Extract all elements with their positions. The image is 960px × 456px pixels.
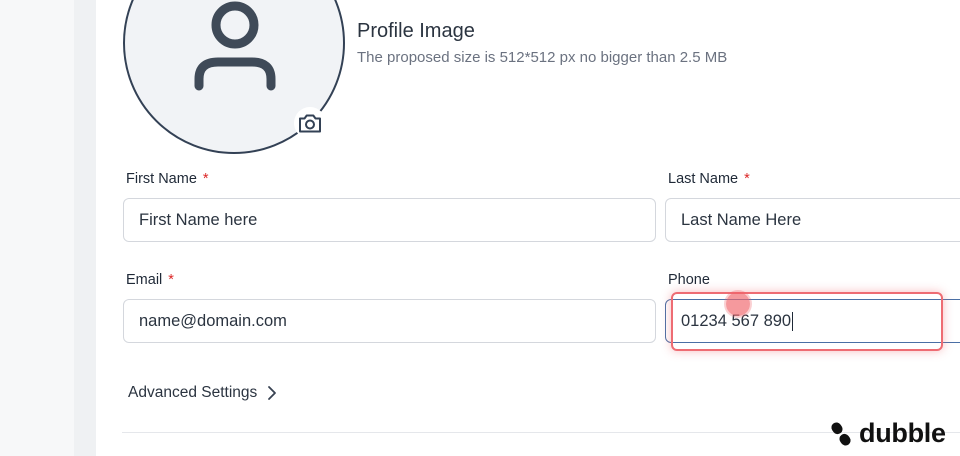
chevron-right-icon xyxy=(268,386,277,400)
sidebar-divider xyxy=(74,0,96,456)
phone-label-text: Phone xyxy=(668,272,710,288)
last-name-label-text: Last Name xyxy=(668,171,739,187)
dubble-watermark: dubble xyxy=(828,418,946,449)
user-icon xyxy=(194,1,276,91)
last-name-placeholder: Last Name Here xyxy=(681,210,802,229)
click-highlight-box xyxy=(671,292,943,351)
required-asterisk: * xyxy=(744,171,750,187)
left-sidebar-area xyxy=(0,0,74,456)
email-label: Email * xyxy=(126,272,174,288)
first-name-placeholder: First Name here xyxy=(139,210,258,229)
required-asterisk: * xyxy=(202,171,209,187)
phone-label: Phone xyxy=(668,272,710,288)
first-name-input[interactable]: First Name here xyxy=(123,198,656,242)
profile-image-title: Profile Image xyxy=(357,20,475,42)
email-input[interactable]: name@domain.com xyxy=(123,299,656,343)
first-name-label-text: First Name xyxy=(126,171,197,187)
email-label-text: Email xyxy=(126,272,163,288)
email-placeholder: name@domain.com xyxy=(139,311,287,330)
first-name-label: First Name * xyxy=(126,171,209,187)
camera-icon[interactable] xyxy=(293,106,327,140)
advanced-settings-toggle[interactable]: Advanced Settings xyxy=(128,384,277,402)
advanced-settings-label: Advanced Settings xyxy=(128,384,258,401)
last-name-input[interactable]: Last Name Here xyxy=(665,198,960,242)
dubble-logo-icon xyxy=(831,421,851,446)
required-asterisk: * xyxy=(168,272,174,288)
profile-image-subtitle: The proposed size is 512*512 px no bigge… xyxy=(357,49,728,66)
last-name-label: Last Name * xyxy=(668,171,750,187)
click-indicator xyxy=(726,292,750,316)
brand-name: dubble xyxy=(859,418,946,448)
